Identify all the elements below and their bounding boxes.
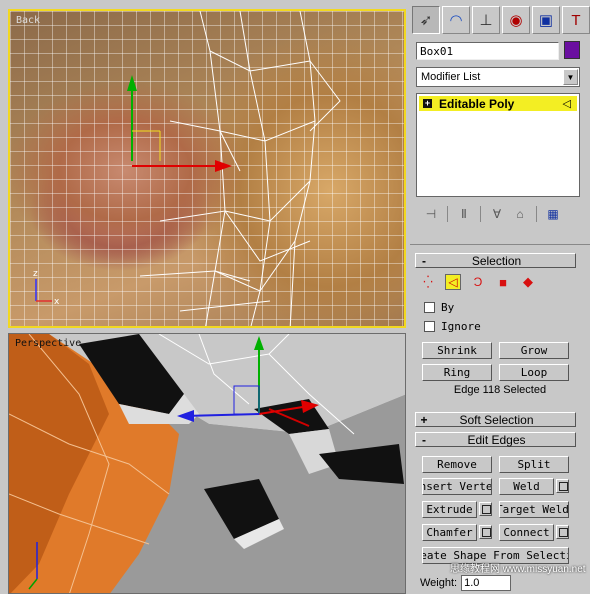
target-weld-button[interactable]: Target Weld <box>499 501 569 518</box>
remove-modifier-icon[interactable]: ⌂ <box>513 207 527 221</box>
back-viewport[interactable]: z x Back <box>8 9 406 328</box>
divider <box>480 206 481 222</box>
edge-icon[interactable]: ◁ <box>445 274 461 290</box>
weld-button[interactable]: Weld <box>499 478 554 495</box>
edge-triangle-icon: ◁ <box>562 98 571 110</box>
selection-status: Edge 118 Selected <box>453 384 547 396</box>
chamfer-button[interactable]: Chamfer <box>422 524 477 541</box>
viewport-label-perspective[interactable]: Perspective <box>15 338 81 349</box>
pin-stack-icon[interactable]: ⊣ <box>424 207 438 221</box>
cursor-icon: ➶ <box>419 12 433 29</box>
command-panel-tabs: ➶ ◠ ⊥ ◉ ▣ T <box>410 6 590 38</box>
split-button[interactable]: Split <box>499 456 569 473</box>
rollout-title: Selection <box>471 253 522 268</box>
tab-modify[interactable]: ◠ <box>442 6 470 34</box>
tab-hierarchy[interactable]: ⊥ <box>472 6 500 34</box>
tab-display[interactable]: ▣ <box>532 6 560 34</box>
app-window: z x Back Perspective ➶ ◠ ⊥ ◉ ▣ T Box01 M… <box>0 0 590 594</box>
collapse-minus-icon: - <box>422 253 426 268</box>
tab-create[interactable]: ➶ <box>412 6 440 34</box>
connect-button[interactable]: Connect <box>499 524 554 541</box>
rollout-soft-selection-header[interactable]: + Soft Selection <box>415 412 576 427</box>
stack-item-editable-poly[interactable]: + Editable Poly ◁ <box>419 96 577 111</box>
divider <box>536 206 537 222</box>
weight-spinner[interactable]: 1.0 <box>461 575 512 591</box>
viewport-label-back[interactable]: Back <box>16 15 40 26</box>
ignore-backfacing-checkbox[interactable]: Ignore <box>424 320 481 333</box>
chamfer-settings-icon[interactable] <box>479 525 492 539</box>
polygon-icon[interactable]: ■ <box>495 274 511 290</box>
subobject-level-icons: ⁛ ◁ Ͻ ■ ◆ <box>420 272 560 292</box>
element-icon[interactable]: ◆ <box>520 274 536 290</box>
gizmo-y-axis-icon <box>127 75 137 161</box>
extrude-settings-icon[interactable] <box>479 502 492 516</box>
connect-settings-icon[interactable] <box>556 525 569 539</box>
loop-button[interactable]: Loop <box>499 364 569 381</box>
expand-plus-icon[interactable]: + <box>423 99 432 108</box>
svg-text:z: z <box>33 269 38 279</box>
motion-icon: ◉ <box>509 12 523 29</box>
checkbox-label: By <box>441 301 455 314</box>
object-name-field[interactable]: Box01 <box>416 42 559 60</box>
stack-item-label: Editable Poly <box>439 96 515 111</box>
rollout-title: Edit Edges <box>467 432 526 447</box>
hierarchy-icon: ⊥ <box>479 12 493 29</box>
grow-button[interactable]: Grow <box>499 342 569 359</box>
show-end-result-icon[interactable]: Ⅱ <box>457 207 471 221</box>
wireframe-mesh: z x <box>33 11 341 326</box>
rollout-title: Soft Selection <box>459 412 534 427</box>
expand-plus-icon: + <box>420 412 428 427</box>
perspective-scene <box>9 334 405 593</box>
modify-arc-icon: ◠ <box>449 12 463 29</box>
weld-settings-icon[interactable] <box>556 479 569 493</box>
insert-vertex-button[interactable]: Insert Vertex <box>422 478 492 495</box>
gizmo-x-axis-icon <box>132 160 232 172</box>
utilities-hammer-icon: T <box>571 11 581 29</box>
checkbox-box[interactable] <box>424 321 435 332</box>
command-panel: ➶ ◠ ⊥ ◉ ▣ T Box01 Modifier List ▼ + Edit… <box>410 0 590 594</box>
configure-modifier-sets-icon[interactable]: ▦ <box>546 207 560 221</box>
stack-toolbar: ⊣ Ⅱ ∀ ⌂ ▦ <box>416 204 580 224</box>
by-vertex-checkbox[interactable]: By <box>424 301 454 314</box>
weight-row: Weight: 1.0 <box>420 575 512 591</box>
checkbox-label: Ignore <box>441 320 481 333</box>
border-icon[interactable]: Ͻ <box>470 274 486 290</box>
tab-motion[interactable]: ◉ <box>502 6 530 34</box>
perspective-viewport[interactable]: Perspective <box>8 333 406 594</box>
tab-utilities[interactable]: T <box>562 6 590 34</box>
watermark: 思缘教程网 www.missyuan.net <box>450 564 586 575</box>
ring-button[interactable]: Ring <box>422 364 492 381</box>
divider <box>447 206 448 222</box>
display-icon: ▣ <box>538 12 554 29</box>
rollout-edit-edges-header[interactable]: - Edit Edges <box>415 432 576 447</box>
object-color-swatch[interactable] <box>564 41 580 59</box>
svg-text:x: x <box>54 297 60 307</box>
modifier-list-dropdown[interactable]: Modifier List ▼ <box>416 67 580 87</box>
make-unique-icon[interactable]: ∀ <box>490 207 504 221</box>
weight-label: Weight: <box>420 577 458 589</box>
chevron-down-icon[interactable]: ▼ <box>563 69 578 85</box>
axis-tripod-icon: z x <box>33 269 60 307</box>
shrink-button[interactable]: Shrink <box>422 342 492 359</box>
vertex-icon[interactable]: ⁛ <box>420 274 436 290</box>
extrude-button[interactable]: Extrude <box>422 501 477 518</box>
collapse-minus-icon: - <box>422 432 426 447</box>
rollout-selection-header[interactable]: - Selection <box>415 253 576 268</box>
checkbox-box[interactable] <box>424 302 435 313</box>
modifier-list-label: Modifier List <box>421 71 481 83</box>
rollout-area: - Selection ⁛ ◁ Ͻ ■ ◆ By Ignore Shrink G… <box>410 244 590 594</box>
modifier-stack: + Editable Poly ◁ <box>416 93 580 197</box>
remove-button[interactable]: Remove <box>422 456 492 473</box>
